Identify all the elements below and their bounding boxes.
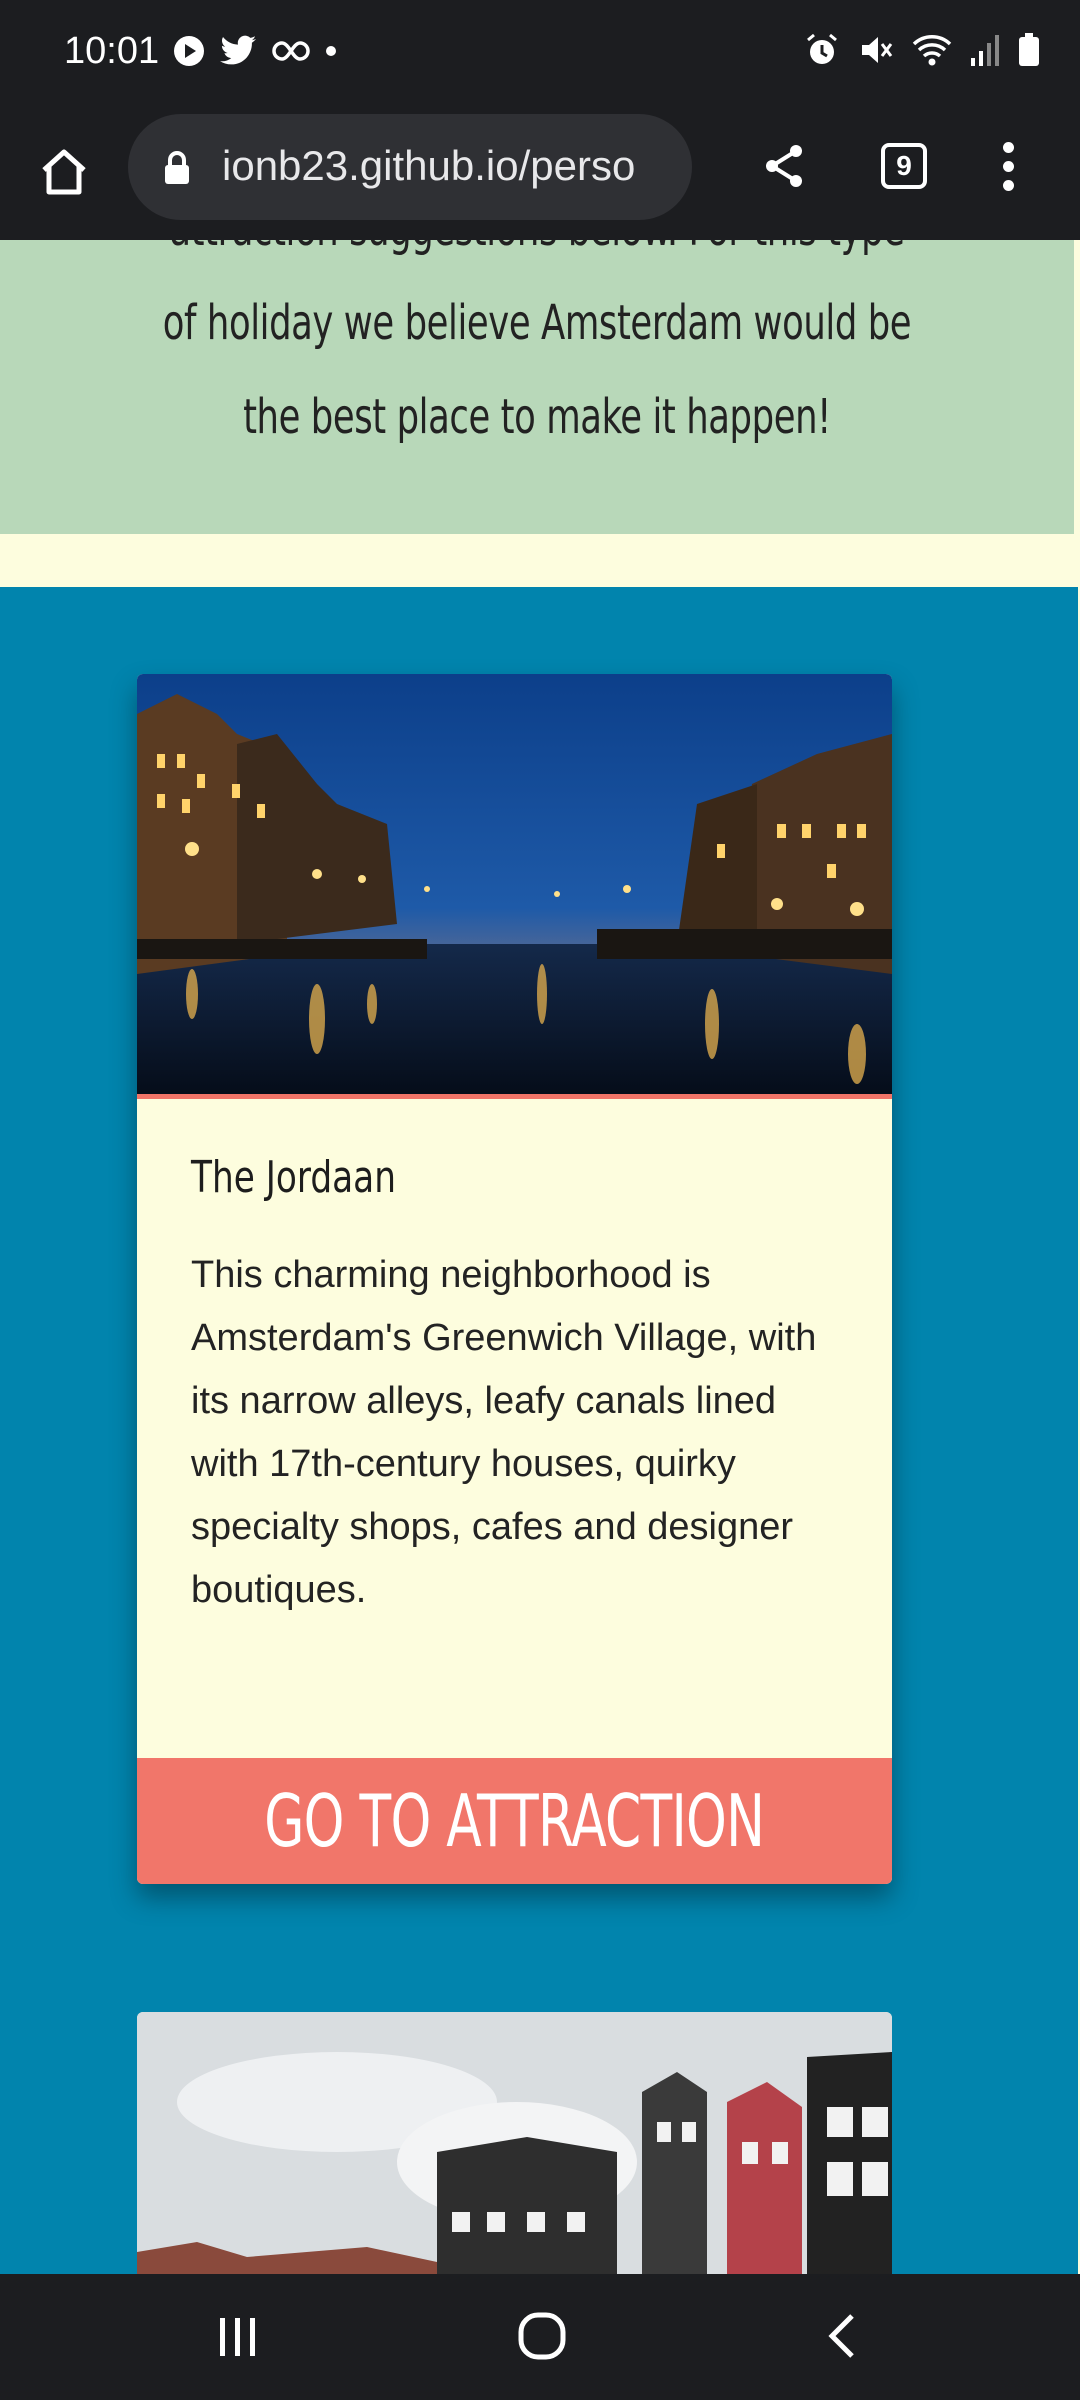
intro-line: the best place to make it happen! — [243, 389, 831, 445]
intro-line: of holiday we believe Amsterdam would be — [162, 295, 912, 351]
twitter-bird-icon — [220, 35, 258, 72]
system-nav-bar — [0, 2274, 1080, 2400]
home-button[interactable] — [28, 136, 100, 208]
go-to-attraction-button[interactable]: GO TO ATTRACTION — [137, 1758, 892, 1884]
infinity-icon — [272, 39, 310, 68]
tab-count: 9 — [881, 143, 927, 189]
attraction-card — [137, 2012, 892, 2274]
tab-switcher-button[interactable]: 9 — [868, 130, 940, 202]
intro-line: attraction suggestions below. For this t… — [154, 240, 920, 276]
attraction-title: The Jordaan — [191, 1152, 396, 1203]
intro-text: attraction suggestions below. For this t… — [154, 240, 920, 464]
battery-icon — [1018, 33, 1040, 72]
home-nav-button[interactable] — [482, 2296, 602, 2376]
status-bar: 10:01 — [0, 0, 1080, 108]
wifi-icon — [912, 32, 952, 73]
intro-panel: attraction suggestions below. For this t… — [0, 240, 1074, 534]
more-menu-button[interactable] — [972, 130, 1044, 202]
back-icon — [828, 2314, 854, 2358]
dot-icon — [324, 44, 338, 63]
more-vert-icon — [1002, 141, 1014, 153]
address-bar[interactable]: ionb23.github.io/perso — [128, 114, 692, 220]
browser-toolbar: ionb23.github.io/perso 9 — [0, 108, 1080, 240]
share-button[interactable] — [748, 130, 820, 202]
back-button[interactable] — [784, 2296, 904, 2376]
web-content[interactable]: attraction suggestions below. For this t… — [0, 240, 1080, 2274]
go-to-attraction-label: GO TO ATTRACTION — [264, 1779, 766, 1863]
attraction-card: The Jordaan This charming neighborhood i… — [137, 674, 892, 1884]
play-icon — [172, 34, 206, 73]
home-circle-icon — [518, 2312, 566, 2360]
attraction-image — [137, 674, 892, 1099]
home-icon — [42, 149, 86, 195]
mute-icon — [858, 32, 894, 73]
url-text: ionb23.github.io/perso — [222, 142, 636, 189]
status-time: 10:01 — [64, 30, 160, 72]
share-icon — [766, 145, 802, 187]
alarm-icon — [804, 32, 840, 73]
recent-apps-icon — [220, 2318, 255, 2356]
attraction-image — [137, 2012, 892, 2274]
lock-icon — [162, 150, 192, 191]
signal-icon — [970, 34, 1000, 71]
attraction-description: This charming neighborhood is Amsterdam'… — [191, 1254, 817, 1611]
recent-apps-button[interactable] — [178, 2296, 298, 2376]
